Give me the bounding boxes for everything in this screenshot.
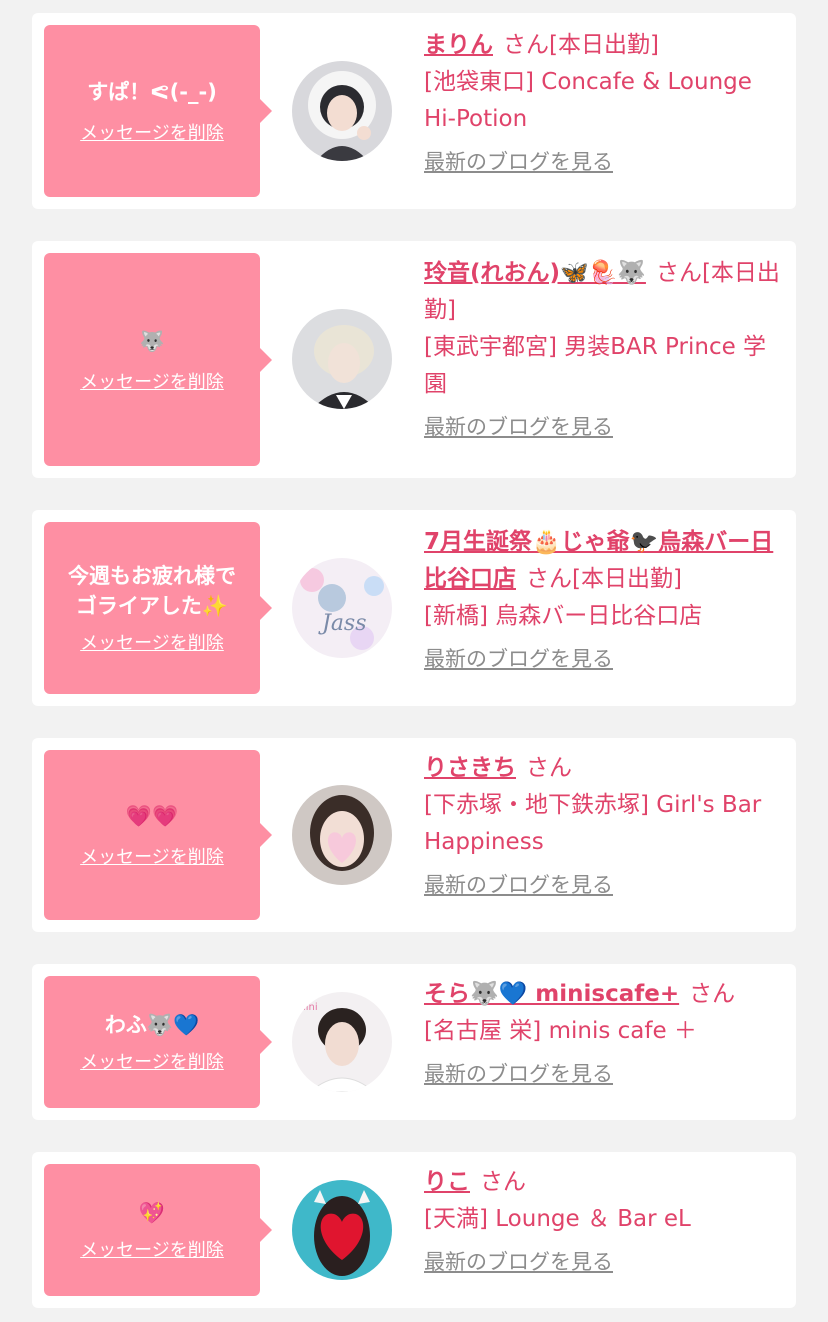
message-bubble: 今週もお疲れ様で ゴライアした✨ メッセージを削除 (44, 522, 272, 694)
delete-message-link[interactable]: メッセージを削除 (80, 1048, 224, 1074)
delete-message-link[interactable]: メッセージを削除 (80, 368, 224, 394)
honorific: さん (655, 260, 702, 286)
svg-text:mini: mini (296, 1002, 318, 1013)
message-bubble: 💗💗 メッセージを削除 (44, 750, 272, 920)
message-card: 💖 メッセージを削除 りこ さん [天満] Lounge ＆ Bar eL 最新の… (32, 1152, 796, 1308)
shop-info: [下赤塚・地下鉄赤塚] Girl's Bar Happiness (424, 792, 762, 855)
avatar[interactable] (292, 1180, 392, 1280)
avatar-photo: Jass (292, 558, 392, 658)
avatar[interactable]: mini (292, 992, 392, 1092)
avatar-photo (292, 1180, 392, 1280)
shop-info: [東武宇都宮] 男装BAR Prince 学園 (424, 334, 767, 397)
avatar[interactable]: Jass (292, 558, 392, 658)
latest-blog-link[interactable]: 最新のブログを見る (424, 641, 786, 678)
shop-info: [新橋] 烏森バー日比谷口店 (424, 603, 703, 629)
latest-blog-link[interactable]: 最新のブログを見る (424, 1056, 786, 1093)
latest-blog-link[interactable]: 最新のブログを見る (424, 409, 786, 446)
message-bubble: 🐺 メッセージを削除 (44, 253, 272, 466)
avatar-photo (292, 785, 392, 885)
message-text: 💖 (138, 1201, 166, 1225)
message-card: すぱ！ᕙ(-_-) メッセージを削除 まりん さん[本日出勤] [池袋東口] Co… (32, 13, 796, 209)
honorific: さん (480, 1169, 526, 1195)
honorific: さん (526, 755, 572, 781)
message-card: 🐺 メッセージを削除 玲音(れおん)🦋🪼🐺 さん[本日出勤] [東武宇都宮] 男装… (32, 241, 796, 478)
delete-message-link[interactable]: メッセージを削除 (80, 629, 224, 655)
message-bubble: わふ🐺💙 メッセージを削除 (44, 976, 272, 1108)
cast-info: そら🐺💙 miniscafe+ さん [名古屋 栄] minis cafe ＋ 最… (424, 976, 786, 1093)
delete-message-link[interactable]: メッセージを削除 (80, 843, 224, 869)
status-text: [本日出勤] (549, 32, 659, 58)
honorific: さん (503, 32, 549, 58)
message-text: すぱ！ᕙ(-_-) (87, 80, 217, 104)
avatar[interactable] (292, 785, 392, 885)
avatar[interactable] (292, 61, 392, 161)
shop-info: [天満] Lounge ＆ Bar eL (424, 1206, 691, 1232)
cast-name-link[interactable]: まりん (424, 32, 493, 58)
cast-info: 7月生誕祭🎂じゃ爺🐦‍⬛烏森バー日比谷口店 さん[本日出勤] [新橋] 烏森バー日… (424, 524, 786, 678)
shop-info: [名古屋 栄] minis cafe ＋ (424, 1018, 697, 1044)
delete-message-link[interactable]: メッセージを削除 (80, 119, 224, 145)
cast-info: りさきち さん [下赤塚・地下鉄赤塚] Girl's Bar Happiness … (424, 750, 786, 904)
message-bubble: 💖 メッセージを削除 (44, 1164, 272, 1296)
honorific: さん (526, 566, 572, 592)
avatar-photo: mini (292, 992, 392, 1092)
message-card: 今週もお疲れ様で ゴライアした✨ メッセージを削除 Jass 7月生誕祭🎂じゃ爺… (32, 510, 796, 706)
cast-info: まりん さん[本日出勤] [池袋東口] Concafe & Lounge Hi-P… (424, 27, 786, 181)
message-text: 🐺 (139, 328, 165, 353)
honorific: さん (689, 981, 736, 1007)
message-card: わふ🐺💙 メッセージを削除 mini そら🐺💙 miniscafe+ さん [名古… (32, 964, 796, 1120)
latest-blog-link[interactable]: 最新のブログを見る (424, 1244, 786, 1281)
cast-info: 玲音(れおん)🦋🪼🐺 さん[本日出勤] [東武宇都宮] 男装BAR Prince … (424, 255, 786, 446)
cast-name-link[interactable]: 玲音(れおん)🦋🪼🐺 (424, 260, 646, 286)
message-text: 今週もお疲れ様で ゴライアした✨ (68, 564, 236, 618)
cast-name-link[interactable]: そら🐺💙 miniscafe+ (424, 981, 679, 1007)
avatar-photo (292, 309, 392, 409)
cast-info: りこ さん [天満] Lounge ＆ Bar eL 最新のブログを見る (424, 1164, 786, 1281)
avatar[interactable] (292, 309, 392, 409)
latest-blog-link[interactable]: 最新のブログを見る (424, 867, 786, 904)
message-card: 💗💗 メッセージを削除 りさきち さん [下赤塚・地下鉄赤塚] Girl's Ba… (32, 738, 796, 932)
delete-message-link[interactable]: メッセージを削除 (80, 1236, 224, 1262)
shop-info: [池袋東口] Concafe & Lounge Hi-Potion (424, 69, 752, 132)
cast-name-link[interactable]: りさきち (424, 755, 516, 781)
message-text: わふ🐺💙 (104, 1013, 200, 1037)
status-text: [本日出勤] (572, 566, 682, 592)
latest-blog-link[interactable]: 最新のブログを見る (424, 144, 786, 181)
cast-name-link[interactable]: りこ (424, 1169, 470, 1195)
svg-text:Jass: Jass (318, 611, 367, 636)
message-bubble: すぱ！ᕙ(-_-) メッセージを削除 (44, 25, 272, 197)
avatar-photo (292, 61, 392, 161)
message-text: 💗💗 (125, 804, 179, 828)
